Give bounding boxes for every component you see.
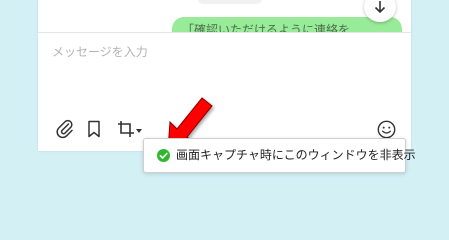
hide-window-label: 画面キャプチャ時にこのウィンドウを非表示 <box>176 148 416 162</box>
chat-window: 「確認いただけるように連絡を... メッセージを入力 <box>38 0 411 151</box>
screenshot-button[interactable] <box>112 118 146 140</box>
bookmark-icon <box>88 120 100 138</box>
message-input-placeholder: メッセージを入力 <box>52 45 148 59</box>
attach-icon <box>56 119 73 139</box>
date-pill <box>198 0 262 4</box>
check-circle-icon <box>157 149 170 162</box>
emoji-icon <box>377 120 395 138</box>
hide-window-option[interactable]: 画面キャプチャ時にこのウィンドウを非表示 <box>143 138 416 173</box>
chat-history: 「確認いただけるように連絡を... <box>38 0 411 33</box>
attach-file-button[interactable] <box>54 118 76 140</box>
arrow-down-icon <box>374 1 386 14</box>
bookmark-button[interactable] <box>83 118 105 140</box>
message-input[interactable]: メッセージを入力 <box>38 33 411 113</box>
chevron-down-icon <box>135 129 142 133</box>
message-bubble: 「確認いただけるように連絡を... <box>172 17 402 32</box>
crop-icon <box>117 121 134 137</box>
emoji-button[interactable] <box>375 118 397 140</box>
